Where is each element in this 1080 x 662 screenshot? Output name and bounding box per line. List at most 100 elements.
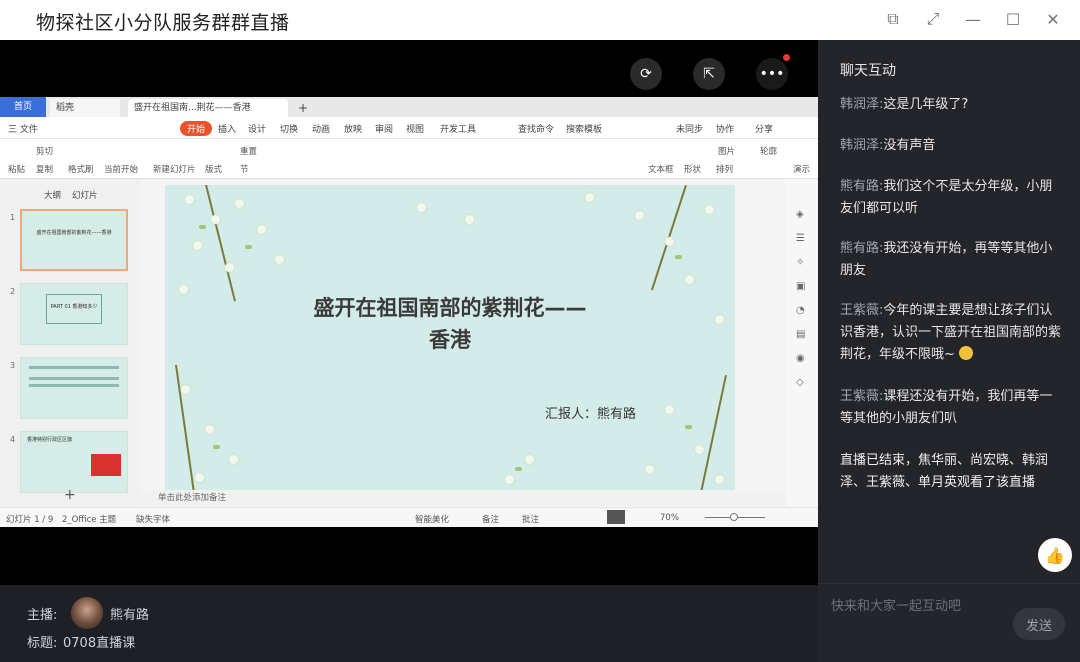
wps-menu-item[interactable]: 切换 — [280, 122, 298, 135]
zoom-slider-handle[interactable] — [730, 513, 738, 521]
title-bar: 物探社区小分队服务群群直播 ⧉ ⤢ — ☐ ✕ — [0, 0, 1080, 40]
chat-sender: 王紫薇: — [840, 389, 884, 404]
wps-menu-bar: 三 文件 开始 插入 设计 切换 动画 放映 审阅 视图 开发工具 查找命令 搜… — [0, 117, 818, 139]
ribbon-button[interactable]: 节 — [240, 163, 249, 175]
fullscreen-icon[interactable]: ⤢ — [920, 8, 946, 30]
close-icon[interactable]: ✕ — [1040, 8, 1066, 30]
ribbon-button[interactable]: 剪切 — [36, 145, 53, 157]
wps-menu-item[interactable]: 视图 — [406, 122, 424, 135]
notes-area[interactable]: 单击此处添加备注 — [140, 490, 786, 506]
thumbs-up-icon: 👍 — [1045, 545, 1065, 565]
more-icon: ••• — [759, 66, 785, 82]
share-screen-button[interactable]: ⇱ — [693, 58, 725, 90]
play-icon[interactable] — [607, 510, 625, 524]
outline-tab[interactable]: 大纲 — [44, 189, 61, 201]
pip-icon[interactable]: ⧉ — [880, 8, 906, 30]
wps-new-tab-button[interactable]: + — [292, 99, 314, 117]
ribbon-button[interactable]: 格式刷 — [68, 163, 94, 175]
ribbon-button[interactable]: 新建幻灯片 — [153, 163, 196, 175]
chat-panel: 聊天互动 韩润泽:这是几年级了? 韩润泽:没有声音 熊有路:我们这个不是太分年级… — [818, 40, 1080, 662]
thumb-number: 4 — [10, 435, 16, 444]
wps-menu-item[interactable]: 插入 — [218, 122, 236, 135]
ribbon-button[interactable]: 文本框 — [648, 163, 674, 175]
stream-title: 0708直播课 — [63, 636, 136, 651]
ribbon-button[interactable]: 排列 — [716, 163, 733, 175]
beautify-button[interactable]: 智能美化 — [415, 513, 449, 525]
slide-thumbnail[interactable]: 盛开在祖国南部的紫荆花——香港 — [20, 209, 128, 271]
more-button[interactable]: ••• — [756, 54, 790, 90]
chat-sender: 王紫薇: — [840, 303, 884, 318]
ribbon-button[interactable]: 演示 — [793, 163, 810, 175]
tool-icon[interactable]: ◔ — [796, 305, 805, 316]
thumb-text: 香港特别行政区区旗 — [27, 437, 73, 443]
like-button[interactable]: 👍 — [1038, 538, 1072, 572]
wps-menu-item[interactable]: 审阅 — [375, 122, 393, 135]
chat-message: 韩润泽:没有声音 — [840, 135, 1062, 157]
wps-menu-item[interactable]: 未同步 — [676, 122, 703, 135]
ribbon-button[interactable]: 重置 — [240, 145, 257, 157]
comment-button[interactable]: 批注 — [522, 513, 539, 525]
thumb-number: 2 — [10, 287, 16, 296]
wps-ribbon: 剪切 粘贴 复制 格式刷 当前开始 新建幻灯片 版式 节 重置 文本框 形状 排… — [0, 139, 818, 179]
wps-menu-item[interactable]: 协作 — [716, 122, 734, 135]
tool-icon[interactable]: ▣ — [796, 281, 805, 292]
maximize-icon[interactable]: ☐ — [1000, 8, 1026, 30]
slide-title-line: 盛开在祖国南部的紫荆花—— — [313, 296, 587, 320]
wps-tab-document[interactable]: 盛开在祖国南...荆花——香港 — [128, 99, 288, 117]
chat-input[interactable] — [831, 594, 1011, 618]
slide-thumbnail[interactable] — [20, 357, 128, 419]
ribbon-button[interactable]: 当前开始 — [104, 163, 138, 175]
host-label: 主播: — [27, 608, 58, 623]
wps-tab-home[interactable]: 首页 — [0, 97, 46, 117]
rotate-button[interactable]: ⟳ — [630, 58, 662, 90]
add-slide-button[interactable]: + — [64, 487, 76, 503]
ribbon-button[interactable]: 复制 — [36, 163, 53, 175]
tool-icon[interactable]: ◉ — [796, 353, 805, 364]
wps-menu-item[interactable]: 搜索模板 — [566, 122, 602, 135]
notes-button[interactable]: 备注 — [482, 513, 499, 525]
tool-icon[interactable]: ◈ — [796, 209, 804, 220]
wps-tab-bar: 首页 稻壳 盛开在祖国南...荆花——香港 + — [0, 97, 818, 117]
chat-message: 熊有路:我们这个不是太分年级，小朋友们都可以听 — [840, 176, 1062, 220]
minimize-icon[interactable]: — — [960, 8, 986, 30]
slide-title: 盛开在祖国南部的紫荆花—— 香港 — [165, 292, 735, 356]
tool-icon[interactable]: ▤ — [796, 329, 805, 340]
chat-header: 聊天互动 — [840, 63, 896, 79]
wps-menu-item[interactable]: 分享 — [755, 122, 773, 135]
system-message: 直播已结束，焦华丽、尚宏晓、韩润泽、王紫薇、单月英观看了该直播 — [840, 453, 1049, 490]
ribbon-button[interactable]: 版式 — [205, 163, 222, 175]
wps-menu-item[interactable]: 开始 — [180, 121, 213, 136]
chat-message: 韩润泽:这是几年级了? — [840, 94, 1062, 116]
slide-thumbnail[interactable]: 香港特别行政区区旗 — [20, 431, 128, 493]
wps-menu-item[interactable]: 开发工具 — [440, 122, 476, 135]
wps-menu-item[interactable]: 设计 — [248, 122, 266, 135]
chat-message: 王紫薇:课程还没有开始，我们再等一等其他的小朋友们叭 — [840, 386, 1062, 430]
host-name: 熊有路 — [110, 608, 150, 623]
missing-font[interactable]: 缺失字体 — [136, 513, 170, 525]
wps-menu-item[interactable]: 三 文件 — [8, 122, 38, 135]
slides-tab[interactable]: 幻灯片 — [72, 189, 98, 201]
tool-icon[interactable]: ✧ — [796, 257, 804, 268]
send-button[interactable]: 发送 — [1013, 608, 1065, 640]
ribbon-button[interactable]: 形状 — [684, 163, 701, 175]
chat-sender: 韩润泽: — [840, 97, 884, 112]
ribbon-button[interactable]: 图片 — [718, 145, 735, 157]
notification-dot — [783, 54, 790, 61]
ribbon-button[interactable]: 粘贴 — [8, 163, 25, 175]
wps-tab-docer[interactable]: 稻壳 — [50, 99, 120, 117]
chat-text: 这是几年级了? — [883, 97, 969, 112]
ribbon-button[interactable]: 轮廓 — [760, 145, 777, 157]
chat-divider — [818, 583, 1080, 584]
slide-reporter: 汇报人：熊有路 — [545, 407, 637, 422]
tool-icon[interactable]: ◇ — [796, 377, 804, 388]
wps-status-bar: 幻灯片 1 / 9 2_Office 主题 缺失字体 智能美化 备注 批注 70… — [0, 507, 818, 527]
wps-menu-item[interactable]: 放映 — [344, 122, 362, 135]
wps-menu-item[interactable]: 查找命令 — [518, 122, 554, 135]
wps-menu-item[interactable]: 动画 — [312, 122, 330, 135]
chat-message: 王紫薇:今年的课主要是想让孩子们认识香港，认识一下盛开在祖国南部的紫荆花，年级不… — [840, 300, 1062, 366]
hk-flag-image — [91, 454, 121, 476]
chat-message: 熊有路:我还没有开始，再等等其他小朋友 — [840, 238, 1062, 282]
chat-sender: 韩润泽: — [840, 138, 884, 153]
slide-thumbnail[interactable]: PART 01 香港知多少 — [20, 283, 128, 345]
tool-icon[interactable]: ☰ — [796, 233, 805, 244]
